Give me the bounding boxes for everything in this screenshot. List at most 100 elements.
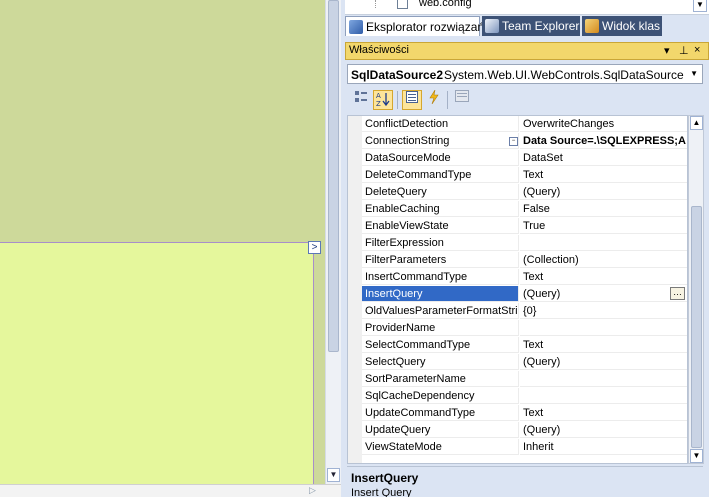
alphabetical-sort-icon[interactable]: AZ [373,90,393,110]
grid-scroll-thumb[interactable] [691,206,702,448]
property-row[interactable]: SqlCacheDependency [362,388,687,405]
categorized-view-icon[interactable] [351,90,371,110]
property-value[interactable]: (Query) [520,286,687,302]
property-pages-icon[interactable] [452,90,472,110]
tab-team-explorer[interactable]: Team Explorer [482,16,580,36]
solution-explorer-tree[interactable]: web.config ▼ [345,0,709,15]
design-surface-upper-region[interactable] [0,0,325,241]
property-value[interactable]: True [520,218,687,234]
property-value[interactable]: Text [520,269,687,285]
window-position-dropdown-icon[interactable]: ▾ [664,44,670,57]
property-name[interactable]: ConflictDetection [362,116,519,132]
tab-class-view[interactable]: Widok klas [582,16,662,36]
datasource-control-region[interactable] [0,242,314,484]
property-name[interactable]: InsertQuery [362,286,519,302]
property-value[interactable] [520,235,687,251]
tree-scroll-down-button[interactable]: ▼ [693,0,707,12]
property-row[interactable]: FilterParameters (Collection) [362,252,687,269]
grid-scroll-up-button[interactable]: ▲ [690,116,703,130]
property-name[interactable]: EnableCaching [362,201,519,217]
property-name[interactable]: OldValuesParameterFormatString [362,303,519,319]
expand-toggle-icon[interactable]: − [509,137,518,146]
property-row[interactable]: DeleteQuery (Query) [362,184,687,201]
property-name[interactable]: ConnectionString [362,133,519,149]
property-value[interactable]: OverwriteChanges [520,116,687,132]
property-value[interactable]: Inherit [520,439,687,455]
property-row[interactable]: SelectQuery (Query) [362,354,687,371]
property-value[interactable]: DataSet [520,150,687,166]
object-type: System.Web.UI.WebControls.SqlDataSource [444,68,684,82]
property-row[interactable]: ViewStateMode Inherit [362,439,687,456]
property-value[interactable]: (Collection) [520,252,687,268]
property-name[interactable]: FilterExpression [362,235,519,251]
property-name[interactable]: ViewStateMode [362,439,519,455]
grid-scroll-down-button[interactable]: ▼ [690,449,703,463]
property-value[interactable] [520,388,687,404]
property-row[interactable]: InsertQuery (Query)… [362,286,687,303]
property-value[interactable]: (Query) [520,184,687,200]
properties-window-header: Właściwości ▾ ⊥ × [345,42,709,60]
property-row[interactable]: DataSourceMode DataSet [362,150,687,167]
property-value[interactable] [520,371,687,387]
property-row[interactable]: SelectCommandType Text [362,337,687,354]
property-name[interactable]: DeleteCommandType [362,167,519,183]
tab-label: Eksplorator rozwiązań [366,20,485,34]
events-lightning-icon[interactable] [424,89,444,110]
property-value[interactable]: (Query) [520,422,687,438]
property-name[interactable]: DeleteQuery [362,184,519,200]
property-name[interactable]: SelectCommandType [362,337,519,353]
property-value[interactable]: {0} [520,303,687,319]
property-row[interactable]: InsertCommandType Text [362,269,687,286]
tab-label: Widok klas [602,19,661,33]
scroll-right-arrow-icon[interactable]: ▷ [309,485,316,496]
property-value[interactable]: Data Source=.\SQLEXPRESS;A [520,133,687,149]
chevron-down-icon[interactable]: ▼ [690,69,698,78]
object-selector-dropdown[interactable]: SqlDataSource2 System.Web.UI.WebControls… [347,64,703,84]
tab-solution-explorer[interactable]: Eksplorator rozwiązań [345,16,484,36]
designer-horizontal-scrollbar[interactable]: ▷ [0,484,341,497]
property-row[interactable]: ConflictDetection OverwriteChanges [362,116,687,133]
properties-view-icon[interactable] [402,90,422,110]
property-value[interactable]: Text [520,167,687,183]
property-name[interactable]: UpdateQuery [362,422,519,438]
tree-connector [375,0,377,8]
ellipsis-button[interactable]: … [670,287,685,300]
property-name[interactable]: DataSourceMode [362,150,519,166]
property-value[interactable]: Text [520,405,687,421]
property-value[interactable]: (Query) [520,354,687,370]
property-name[interactable]: InsertCommandType [362,269,519,285]
design-surface[interactable]: > [0,0,325,484]
team-explorer-icon [485,19,499,33]
property-row[interactable]: ConnectionString Data Source=.\SQLEXPRESS… [362,133,687,150]
property-name[interactable]: UpdateCommandType [362,405,519,421]
property-row[interactable]: UpdateQuery (Query) [362,422,687,439]
property-row[interactable]: ProviderName [362,320,687,337]
property-name[interactable]: SqlCacheDependency [362,388,519,404]
smart-tag-arrow-icon[interactable]: > [308,241,321,254]
class-view-icon [585,19,599,33]
property-name[interactable]: SelectQuery [362,354,519,370]
property-grid[interactable]: ConflictDetection OverwriteChanges Connect… [347,115,688,464]
property-grid-scrollbar[interactable]: ▲ ▼ [688,115,704,464]
property-row[interactable]: OldValuesParameterFormatString {0} [362,303,687,320]
property-name[interactable]: FilterParameters [362,252,519,268]
property-name[interactable]: ProviderName [362,320,519,336]
pin-icon[interactable]: ⊥ [679,44,689,57]
property-row[interactable]: EnableViewState True [362,218,687,235]
designer-vertical-scrollbar[interactable]: ▼ [325,0,341,484]
properties-toolbar: AZ [347,88,703,112]
property-name[interactable]: SortParameterName [362,371,519,387]
property-value[interactable]: Text [520,337,687,353]
property-value[interactable]: False [520,201,687,217]
property-row[interactable]: EnableCaching False [362,201,687,218]
property-row[interactable]: UpdateCommandType Text [362,405,687,422]
property-row[interactable]: SortParameterName [362,371,687,388]
property-value[interactable] [520,320,687,336]
close-icon[interactable]: × [694,44,700,56]
designer-scroll-down-button[interactable]: ▼ [327,468,340,482]
property-name[interactable]: EnableViewState [362,218,519,234]
property-row[interactable]: FilterExpression [362,235,687,252]
designer-scroll-thumb[interactable] [328,0,339,352]
property-row[interactable]: DeleteCommandType Text [362,167,687,184]
tree-item-web-config[interactable]: web.config [419,0,472,9]
